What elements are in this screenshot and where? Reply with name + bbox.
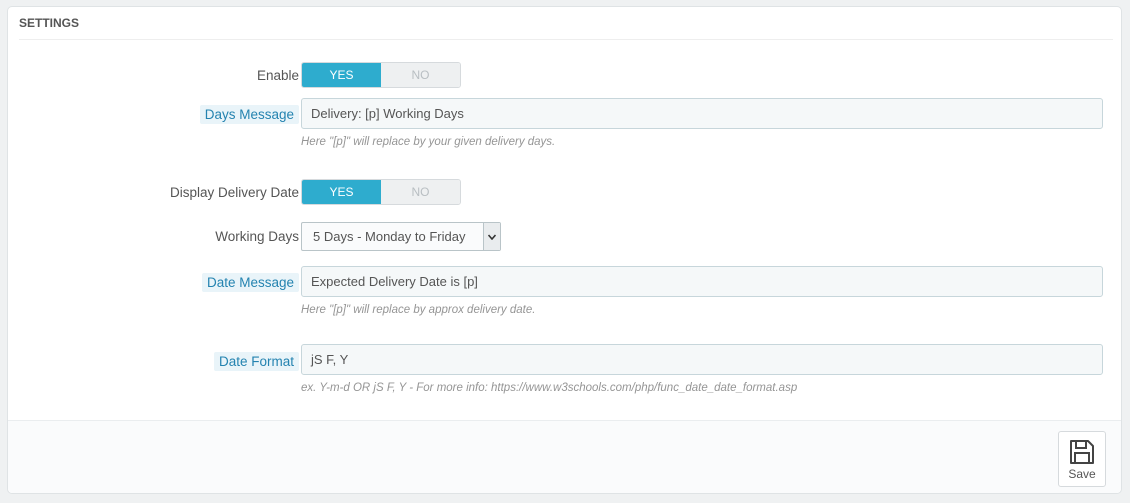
date-message-help: Here "[p]" will replace by approx delive… (301, 304, 536, 316)
date-format-label[interactable]: Date Format (213, 352, 299, 371)
date-format-input[interactable]: jS F, Y (301, 344, 1103, 375)
date-message-label[interactable]: Date Message (201, 273, 299, 292)
display-delivery-date-no-option[interactable]: NO (381, 180, 460, 204)
enable-label: Enable (256, 68, 299, 83)
days-message-input[interactable]: Delivery: [p] Working Days (301, 98, 1103, 129)
date-format-help: ex. Y-m-d OR jS F, Y - For more info: ht… (301, 382, 798, 394)
save-button-label: Save (1068, 467, 1096, 481)
settings-panel: SETTINGS Enable YES NO Days Message Deli… (7, 6, 1122, 494)
date-message-input[interactable]: Expected Delivery Date is [p] (301, 266, 1103, 297)
days-message-help: Here "[p]" will replace by your given de… (301, 136, 556, 148)
display-delivery-date-yes-option[interactable]: YES (302, 180, 381, 204)
floppy-disk-icon (1070, 440, 1094, 464)
panel-footer: Save (8, 420, 1121, 493)
panel-title: SETTINGS (19, 7, 1113, 40)
working-days-label: Working Days (215, 229, 299, 244)
enable-no-option[interactable]: NO (381, 63, 460, 87)
working-days-selected-value: 5 Days - Monday to Friday (313, 229, 466, 244)
display-delivery-date-switch[interactable]: YES NO (301, 179, 461, 205)
save-button[interactable]: Save (1058, 431, 1106, 487)
chevron-down-icon[interactable] (483, 223, 500, 250)
working-days-select[interactable]: 5 Days - Monday to Friday (301, 222, 501, 251)
display-delivery-date-label: Display Delivery Date (169, 185, 299, 200)
days-message-label[interactable]: Days Message (199, 105, 299, 124)
enable-switch[interactable]: YES NO (301, 62, 461, 88)
enable-yes-option[interactable]: YES (302, 63, 381, 87)
